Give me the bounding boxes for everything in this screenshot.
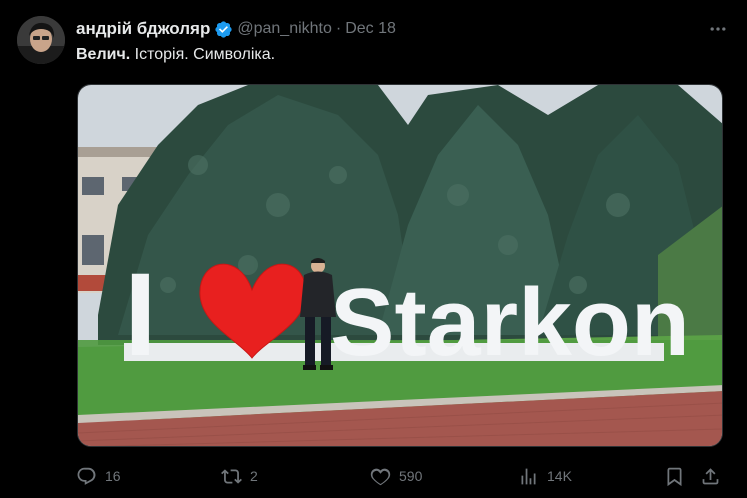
share-icon (702, 467, 719, 484)
verified-badge-icon[interactable] (214, 20, 233, 39)
author-handle[interactable]: @pan_nikhto (237, 20, 332, 38)
author-name[interactable]: андрій бджоляр (76, 19, 210, 39)
repost-icon (221, 468, 242, 484)
like-button[interactable]: 590 (370, 462, 422, 490)
tweet-date[interactable]: Dec 18 (345, 20, 396, 38)
sign-letter-i: I (124, 249, 157, 381)
share-button[interactable] (700, 462, 721, 490)
reply-button[interactable]: 16 (76, 462, 121, 490)
views-icon (521, 468, 536, 484)
tweet-text-rest: Історія. Символіка. (130, 46, 276, 63)
reply-count: 16 (105, 468, 121, 484)
separator-dot: · (335, 20, 342, 37)
like-icon (370, 468, 391, 485)
tweet-photo[interactable]: I Starkon (77, 84, 723, 447)
avatar[interactable] (17, 16, 65, 64)
bookmark-button[interactable] (664, 462, 685, 490)
reply-icon (77, 467, 96, 485)
sign-word-starkon: Starkon (330, 269, 690, 376)
views-button[interactable]: 14K (518, 462, 572, 490)
repost-count: 2 (250, 468, 258, 484)
tweet-text-bold: Велич. (76, 46, 131, 63)
repost-button[interactable]: 2 (221, 462, 258, 490)
tweet-header: андрій бджоляр @pan_nikhto · Dec 18 (76, 18, 727, 40)
like-count: 590 (399, 468, 423, 484)
bookmark-icon (667, 467, 682, 486)
views-count: 14K (547, 468, 572, 484)
tweet-actions: 16 2 590 14K (76, 462, 726, 490)
tweet-text: Велич. Історія. Символіка. (76, 46, 275, 64)
more-icon[interactable] (707, 18, 729, 40)
